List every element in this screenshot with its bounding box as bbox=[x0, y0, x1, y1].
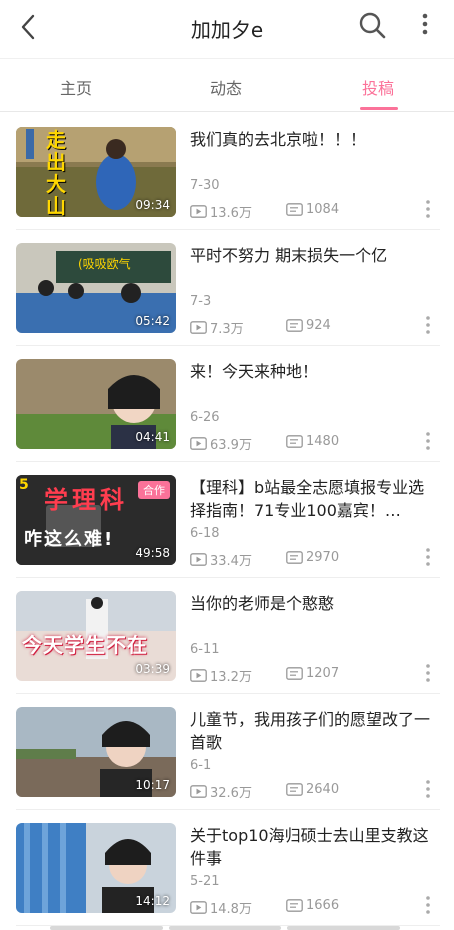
play-icon bbox=[190, 205, 207, 218]
play-icon bbox=[190, 785, 207, 798]
video-thumbnail[interactable]: 5 学理科 咋这么难! 合作 49:58 bbox=[16, 475, 176, 565]
more-options-icon[interactable] bbox=[420, 198, 436, 220]
danmaku-icon bbox=[286, 435, 303, 448]
video-thumbnail[interactable]: 今天学生不在 03:39 bbox=[16, 591, 176, 681]
danmaku-count: 2970 bbox=[286, 550, 339, 565]
play-count: 63.9万 bbox=[190, 434, 252, 453]
video-thumbnail[interactable]: 走出大山 09:34 bbox=[16, 127, 176, 217]
more-options-icon[interactable] bbox=[420, 314, 436, 336]
thumbnail-caption: 走出大山 bbox=[46, 128, 66, 217]
thumbnail-caption: 学理科 bbox=[44, 486, 128, 514]
danmaku-icon bbox=[286, 667, 303, 680]
video-stats: 7.3万 924 bbox=[190, 318, 430, 337]
video-title: 儿童节，我用孩子们的愿望改了一首歌 bbox=[190, 710, 431, 752]
video-duration: 14:12 bbox=[135, 894, 170, 908]
top-bar: 加加夕e bbox=[0, 0, 454, 56]
play-count: 13.2万 bbox=[190, 666, 252, 685]
danmaku-icon bbox=[286, 551, 303, 564]
thumbnail-caption: 今天学生不在 bbox=[22, 633, 148, 657]
tab-home[interactable]: 主页 bbox=[36, 75, 116, 99]
play-count: 32.6万 bbox=[190, 782, 252, 801]
danmaku-icon bbox=[286, 899, 303, 912]
play-count: 33.4万 bbox=[190, 550, 252, 569]
more-vertical-icon[interactable] bbox=[414, 10, 436, 40]
tab-uploads[interactable]: 投稿 bbox=[338, 75, 418, 99]
video-stats: 13.6万 1084 bbox=[190, 202, 430, 221]
search-icon[interactable] bbox=[356, 9, 388, 41]
video-stats: 33.4万 2970 bbox=[190, 550, 430, 569]
danmaku-count: 1207 bbox=[286, 666, 339, 681]
video-date: 6-1 bbox=[190, 758, 212, 773]
more-options-icon[interactable] bbox=[420, 662, 436, 684]
thumbnail-caption: (吸吸欧气 bbox=[78, 257, 131, 271]
play-icon bbox=[190, 553, 207, 566]
play-icon bbox=[190, 901, 207, 914]
active-tab-indicator bbox=[360, 107, 398, 110]
collab-badge: 合作 bbox=[138, 481, 170, 499]
video-date: 5-21 bbox=[190, 874, 220, 889]
tab-bar: 主页 动态 投稿 bbox=[0, 58, 454, 112]
video-thumbnail[interactable]: 04:41 bbox=[16, 359, 176, 449]
thumbnail-number: 5 bbox=[19, 477, 29, 493]
more-options-icon[interactable] bbox=[420, 430, 436, 452]
video-title: 当你的老师是个憨憨 bbox=[190, 594, 335, 613]
more-options-icon[interactable] bbox=[420, 546, 436, 568]
danmaku-count: 1084 bbox=[286, 202, 339, 217]
video-date: 6-26 bbox=[190, 410, 220, 425]
video-stats: 63.9万 1480 bbox=[190, 434, 430, 453]
video-thumbnail[interactable]: 10:17 bbox=[16, 707, 176, 797]
danmaku-icon bbox=[286, 783, 303, 796]
video-item[interactable]: (吸吸欧气 05:42 平时不努力 期末损失一个亿 7-3 7.3万 924 bbox=[0, 230, 454, 346]
video-stats: 14.8万 1666 bbox=[190, 898, 430, 917]
video-list: 走出大山 09:34 我们真的去北京啦！！！ 7-30 13.6万 1084 (… bbox=[0, 114, 454, 926]
danmaku-count: 1480 bbox=[286, 434, 339, 449]
more-options-icon[interactable] bbox=[420, 778, 436, 800]
danmaku-count: 1666 bbox=[286, 898, 339, 913]
video-date: 7-30 bbox=[190, 178, 220, 193]
bottom-divider bbox=[50, 926, 401, 930]
thumbnail-subcaption: 咋这么难! bbox=[24, 529, 115, 550]
video-duration: 10:17 bbox=[135, 778, 170, 792]
video-title: 平时不努力 期末损失一个亿 bbox=[190, 246, 388, 265]
video-duration: 49:58 bbox=[135, 546, 170, 560]
video-item[interactable]: 04:41 来！今天来种地！ 6-26 63.9万 1480 bbox=[0, 346, 454, 462]
video-item[interactable]: 14:12 关于top10海归硕士去山里支教这件事 5-21 14.8万 166… bbox=[0, 810, 454, 926]
more-options-icon[interactable] bbox=[420, 894, 436, 916]
play-count: 13.6万 bbox=[190, 202, 252, 221]
video-stats: 13.2万 1207 bbox=[190, 666, 430, 685]
video-duration: 09:34 bbox=[135, 198, 170, 212]
danmaku-count: 2640 bbox=[286, 782, 339, 797]
video-date: 7-3 bbox=[190, 294, 212, 309]
video-title: 我们真的去北京啦！！！ bbox=[190, 130, 367, 149]
video-stats: 32.6万 2640 bbox=[190, 782, 430, 801]
video-title: 【理科】b站最全志愿填报专业选择指南！71专业100嘉宾！… bbox=[190, 478, 425, 520]
video-duration: 05:42 bbox=[135, 314, 170, 328]
play-icon bbox=[190, 437, 207, 450]
play-count: 7.3万 bbox=[190, 318, 244, 337]
play-icon bbox=[190, 321, 207, 334]
play-count: 14.8万 bbox=[190, 898, 252, 917]
video-item[interactable]: 5 学理科 咋这么难! 合作 49:58 【理科】b站最全志愿填报专业选择指南！… bbox=[0, 462, 454, 578]
video-thumbnail[interactable]: (吸吸欧气 05:42 bbox=[16, 243, 176, 333]
video-item[interactable]: 走出大山 09:34 我们真的去北京啦！！！ 7-30 13.6万 1084 bbox=[0, 114, 454, 230]
video-title: 来！今天来种地！ bbox=[190, 362, 319, 381]
danmaku-count: 924 bbox=[286, 318, 331, 333]
play-icon bbox=[190, 669, 207, 682]
video-duration: 03:39 bbox=[135, 662, 170, 676]
tab-dynamics[interactable]: 动态 bbox=[186, 75, 266, 99]
danmaku-icon bbox=[286, 319, 303, 332]
video-date: 6-18 bbox=[190, 526, 220, 541]
video-duration: 04:41 bbox=[135, 430, 170, 444]
video-date: 6-11 bbox=[190, 642, 220, 657]
danmaku-icon bbox=[286, 203, 303, 216]
video-item[interactable]: 10:17 儿童节，我用孩子们的愿望改了一首歌 6-1 32.6万 2640 bbox=[0, 694, 454, 810]
video-title: 关于top10海归硕士去山里支教这件事 bbox=[190, 826, 429, 868]
video-thumbnail[interactable]: 14:12 bbox=[16, 823, 176, 913]
video-item[interactable]: 今天学生不在 03:39 当你的老师是个憨憨 6-11 13.2万 1207 bbox=[0, 578, 454, 694]
